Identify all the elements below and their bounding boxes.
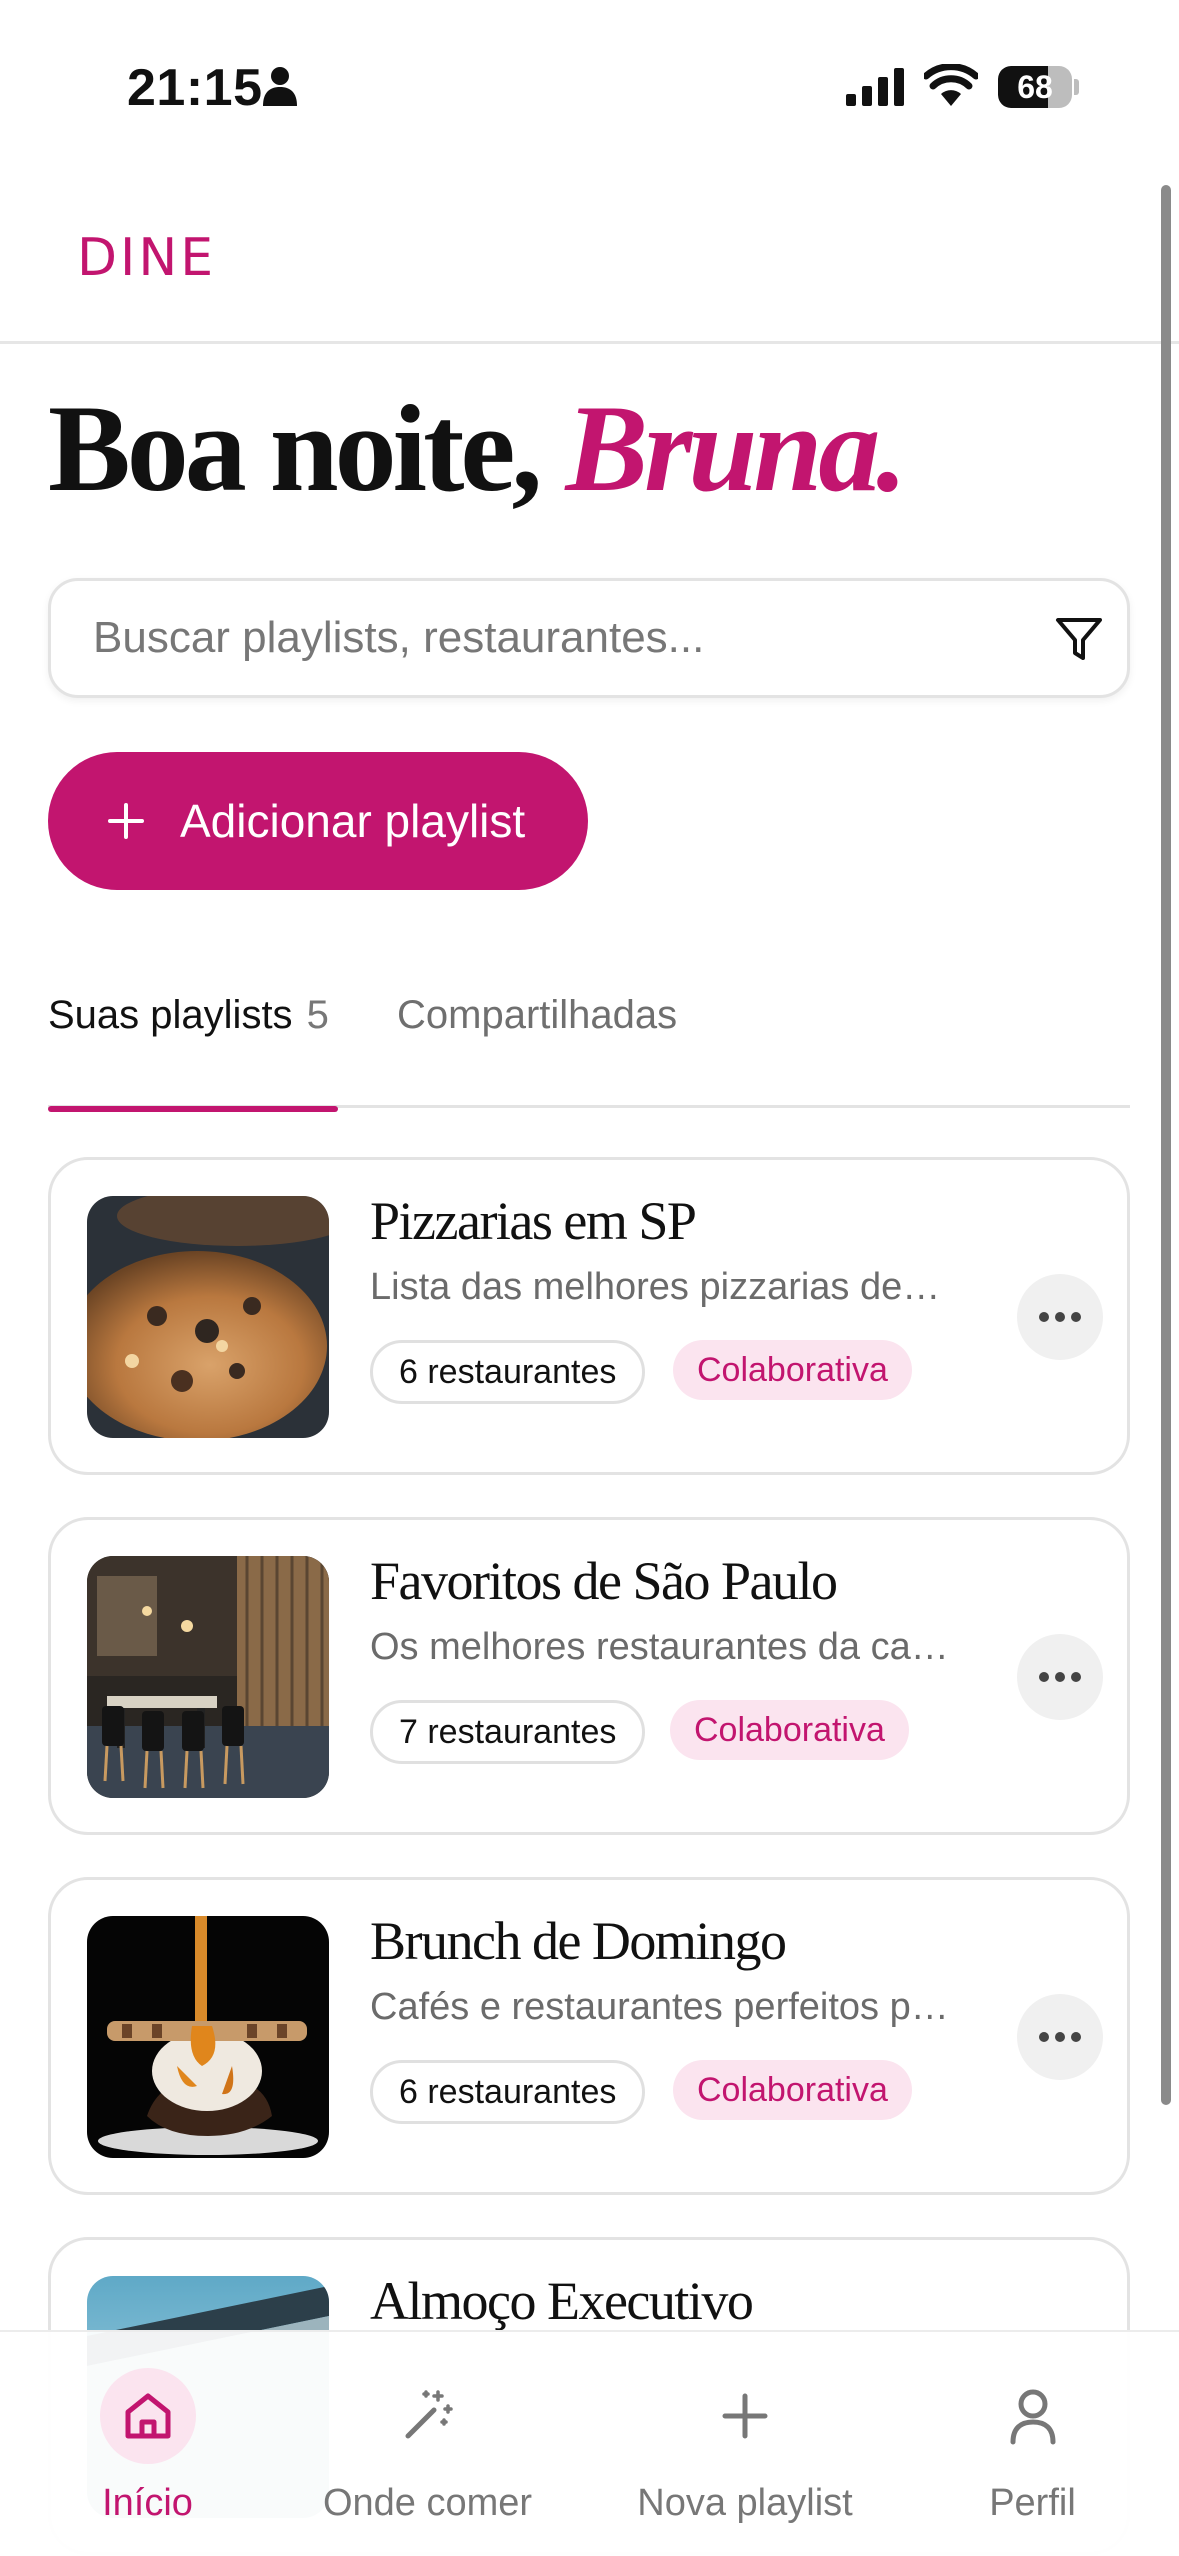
playlist-card[interactable]: Pizzarias em SP Lista das melhores pizza…: [48, 1157, 1130, 1475]
playlist-description: Lista das melhores pizzarias de são paul…: [370, 1266, 950, 1308]
dessert-image: [87, 1916, 329, 2158]
nav-label: Onde comer: [322, 2482, 533, 2524]
wifi-icon: [924, 64, 978, 106]
nav-label: Perfil: [989, 2482, 1076, 2524]
tab-shared[interactable]: Compartilhadas: [397, 980, 677, 1108]
more-dots-icon: [1039, 1312, 1081, 1322]
playlist-thumbnail: [87, 1916, 329, 2158]
playlist-title: Brunch de Domingo: [370, 1911, 787, 1971]
greeting-prefix: Boa noite,: [48, 380, 566, 517]
playlist-description: Cafés e restaurantes perfeitos para o do…: [370, 1986, 950, 2028]
person-icon: [263, 67, 297, 106]
app-logo[interactable]: DINE: [77, 228, 216, 288]
tab-label: Suas playlists: [48, 993, 293, 1037]
plus-icon: [722, 2393, 768, 2439]
status-time: 21:15: [127, 59, 263, 117]
nav-item-profile[interactable]: Perfil: [955, 2332, 1110, 2556]
playlist-description: Os melhores restaurantes da capital paul…: [370, 1626, 950, 1668]
nav-item-new-playlist[interactable]: Nova playlist: [620, 2332, 870, 2556]
playlist-card[interactable]: Favoritos de São Paulo Os melhores resta…: [48, 1517, 1130, 1835]
playlist-thumbnail: [87, 1556, 329, 1798]
battery-percent: 68: [1017, 69, 1053, 105]
more-options-button[interactable]: [1017, 1994, 1103, 2080]
nav-item-where-to-eat[interactable]: Onde comer: [300, 2332, 555, 2556]
more-dots-icon: [1039, 2032, 1081, 2042]
search-bar: [48, 578, 1130, 698]
bottom-nav: Início Onde comer Nova playlist Perfil: [0, 2330, 1179, 2556]
tab-my-playlists[interactable]: Suas playlists 5: [48, 980, 338, 1112]
more-options-button[interactable]: [1017, 1274, 1103, 1360]
pizza-image: [87, 1196, 329, 1438]
restaurant-count-pill: 6 restaurantes: [370, 1340, 646, 1404]
playlist-count-badge: 5: [306, 993, 329, 1037]
restaurant-count-pill: 6 restaurantes: [370, 2060, 646, 2124]
magic-wand-icon: [405, 2390, 453, 2439]
user-icon: [1010, 2389, 1055, 2445]
more-options-button[interactable]: [1017, 1634, 1103, 1720]
playlist-tabs: Suas playlists 5 Compartilhadas: [48, 980, 1130, 1112]
nav-label: Nova playlist: [637, 2482, 853, 2524]
restaurant-interior-image: [87, 1556, 329, 1798]
more-dots-icon: [1039, 1672, 1081, 1682]
battery-indicator: 68: [998, 66, 1079, 108]
nav-item-home[interactable]: Início: [40, 2332, 255, 2556]
cellular-signal-icon: [846, 68, 904, 106]
scrollbar[interactable]: [1161, 185, 1171, 2105]
status-bar: 21:15 68: [0, 0, 1179, 170]
greeting-name: Bruna.: [565, 380, 907, 517]
filter-icon[interactable]: [1054, 614, 1104, 664]
collaborative-badge: Colaborativa: [670, 1700, 909, 1760]
search-input[interactable]: [93, 581, 993, 695]
tab-label: Compartilhadas: [397, 993, 678, 1037]
collaborative-badge: Colaborativa: [673, 1340, 912, 1400]
app-header: DINE: [0, 170, 1179, 344]
add-playlist-label: Adicionar playlist: [180, 795, 526, 847]
playlist-thumbnail: [87, 1196, 329, 1438]
restaurant-count-pill: 7 restaurantes: [370, 1700, 646, 1764]
plus-icon: [108, 803, 144, 839]
nav-label: Início: [102, 2482, 193, 2524]
greeting-heading: Boa noite, Bruna.: [48, 378, 907, 520]
playlist-title: Pizzarias em SP: [370, 1191, 697, 1251]
playlist-title: Favoritos de São Paulo: [370, 1551, 838, 1611]
playlist-card[interactable]: Brunch de Domingo Cafés e restaurantes p…: [48, 1877, 1130, 2195]
collaborative-badge: Colaborativa: [673, 2060, 912, 2120]
add-playlist-button[interactable]: Adicionar playlist: [48, 752, 588, 890]
playlist-title: Almoço Executivo: [370, 2271, 754, 2331]
home-icon: [125, 2393, 170, 2439]
